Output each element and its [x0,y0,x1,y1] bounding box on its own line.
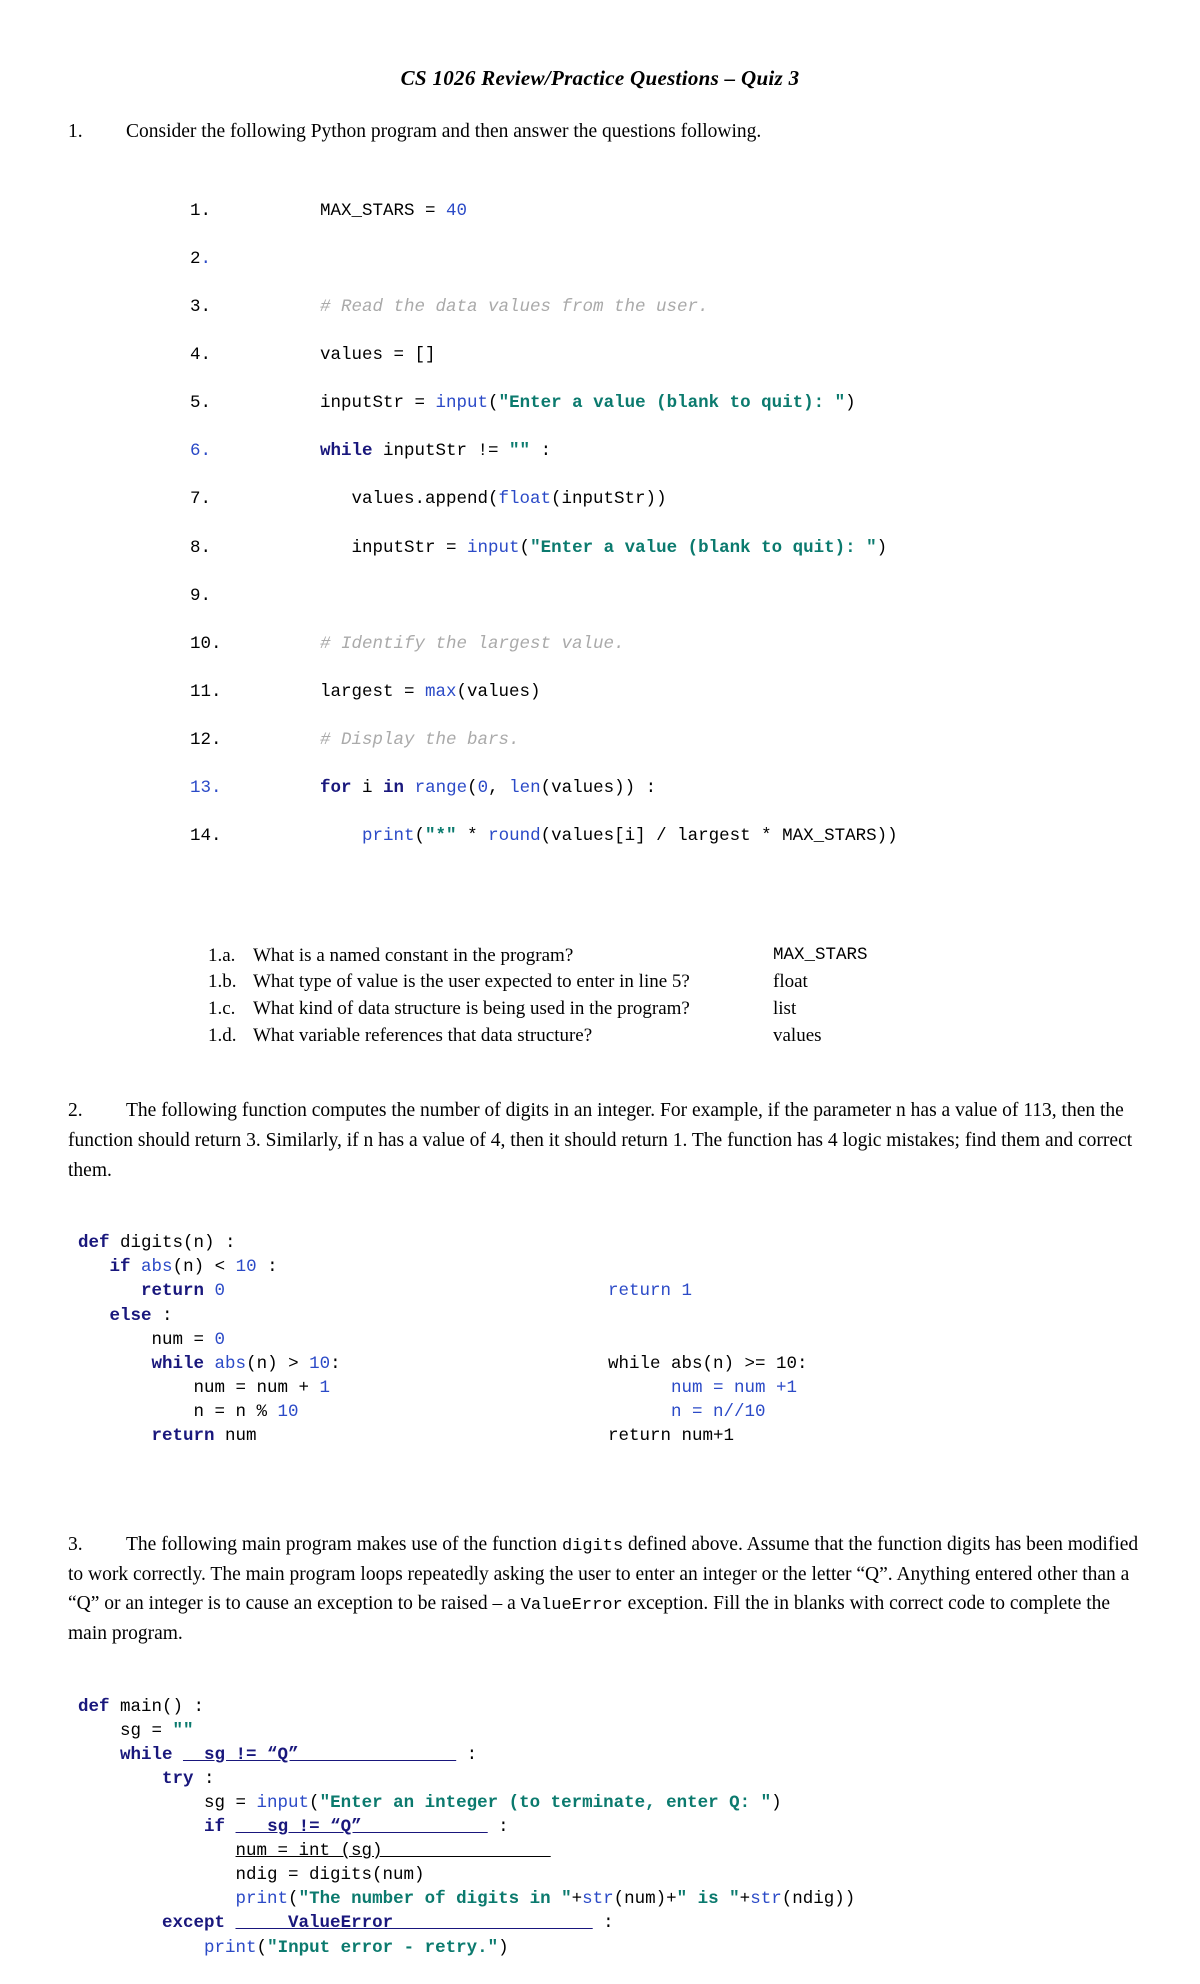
subquestion-text: What is a named constant in the program? [253,944,574,966]
question-3-prompt-text: The following main program makes use of … [68,1533,1139,1645]
code-line: 8. inputStr = input("Enter a value (blan… [190,537,888,558]
code-line: num = 0 [78,1329,226,1350]
code-line: 3. # Read the data values from the user. [190,296,709,317]
code-line: 10. # Identify the largest value. [190,633,625,654]
subquestion-text: What kind of data structure is being use… [253,998,690,1020]
code-line: while abs(n) > 10: [151,1353,341,1374]
code-line: if ___sg != “Q”____________ : [204,1817,509,1838]
question-2-code-original: def digits(n) : if abs(n) < 10 : return … [0,1207,1200,1472]
code-line: def digits(n) : [78,1233,236,1254]
question-1-prompt-text: Consider the following Python program an… [126,121,762,142]
subquestion-row: 1.a. What is a named constant in the pro… [208,943,1140,970]
question-1-block: 1. Consider the following Python program … [0,117,1200,1050]
code-line: return num [151,1425,257,1446]
code-line: 5. inputStr = input("Enter a value (blank… [190,393,856,414]
code-line: return 0 [141,1281,226,1302]
question-2-prompt: 2. The following function computes the nu… [68,1096,1142,1185]
code-line: sg = "" [78,1720,194,1741]
question-1-number: 1. [68,121,83,142]
inline-code-digits: digits [561,1536,624,1556]
code-line: return 1 [608,1281,693,1302]
subquestion-answer: values [773,1025,822,1047]
code-line: print("The number of digits in "+str(num… [235,1889,856,1910]
question-3-code: def main() : sg = "" while __sg != “Q”__… [0,1671,1200,1984]
code-line: 1. MAX_STARS = 40 [190,200,468,221]
code-line: ndig = digits(num) [78,1865,425,1886]
page-title: CS 1026 Review/Practice Questions – Quiz… [400,66,800,90]
question-2-prompt-text: The following function computes the numb… [68,1100,1133,1181]
code-line: def main() : [78,1696,205,1717]
subquestion-text: What type of value is the user expected … [253,971,690,993]
code-line: except ____ ValueError _________________… [162,1913,614,1934]
code-line: sg = input("Enter an integer (to termina… [78,1793,782,1814]
question-2-block: 2. The following function computes the nu… [0,1096,1200,1185]
code-line: n = n % 10 [78,1401,299,1422]
question-3-block: 3. The following main program makes use o… [0,1530,1200,1649]
code-line: 13. for i in range(0, len(values)) : [190,778,657,799]
code-line: num = int (sg)________________ [235,1841,551,1862]
code-line: while abs(n) >= 10: [608,1353,808,1374]
question-1-code-listing: 1. MAX_STARS = 40 2. 3. # Read the data va… [68,175,1140,897]
code-line: 12. # Display the bars. [190,730,520,751]
subquestion-row: 1.d. What variable references that data … [208,1023,1140,1050]
subquestion-label: 1.d. [208,1025,237,1047]
subquestion-row: 1.c. What kind of data structure is bein… [208,996,1140,1023]
subquestion-label: 1.b. [208,971,237,993]
subquestion-label: 1.c. [208,998,236,1020]
code-line: print("Input error - retry.") [204,1937,509,1958]
code-line: else : [109,1305,173,1326]
subquestion-text: What variable references that data struc… [253,1025,593,1047]
code-line: while __sg != “Q”_______________ : [120,1745,478,1766]
question-1-prompt: 1. Consider the following Python program … [68,117,1140,147]
question-3-prompt: 3. The following main program makes use o… [68,1530,1142,1649]
code-line: return num+1 [608,1425,735,1446]
code-line: try : [162,1769,215,1790]
code-line: 4. values = [] [190,345,436,366]
code-line: 9. [190,585,212,606]
question-3-number: 3. [68,1533,83,1555]
code-line: 14. print("*" * round(values[i] / larges… [190,826,898,847]
subquestion-answer: list [773,998,797,1020]
code-line: if abs(n) < 10 : [109,1257,278,1278]
subquestion-answer: float [773,971,808,993]
code-line: num = num +1 [608,1377,798,1398]
question-1-subquestions: 1.a. What is a named constant in the pro… [68,943,1140,1051]
inline-code-valueerror: ValueError [520,1596,623,1616]
code-line: 2. [190,248,212,269]
code-line: 6. while inputStr != "" : [190,441,552,462]
document-page: CS 1026 Review/Practice Questions – Quiz… [0,0,1200,1958]
code-line: n = n//10 [608,1401,766,1422]
code-line: 7. values.append(float(inputStr)) [190,489,667,510]
subquestion-answer: MAX_STARS [773,944,868,965]
subquestion-row: 1.b. What type of value is the user expe… [208,969,1140,996]
question-2-number: 2. [68,1100,83,1122]
code-line: 11. largest = max(values) [190,681,541,702]
question-2-code-area: def digits(n) : if abs(n) < 10 : return … [0,1207,1200,1472]
subquestion-label: 1.a. [208,944,236,966]
question-2-code-corrections: return 1 while abs(n) >= 10: num = num +… [608,1207,808,1472]
code-line: num = num + 1 [78,1377,331,1398]
